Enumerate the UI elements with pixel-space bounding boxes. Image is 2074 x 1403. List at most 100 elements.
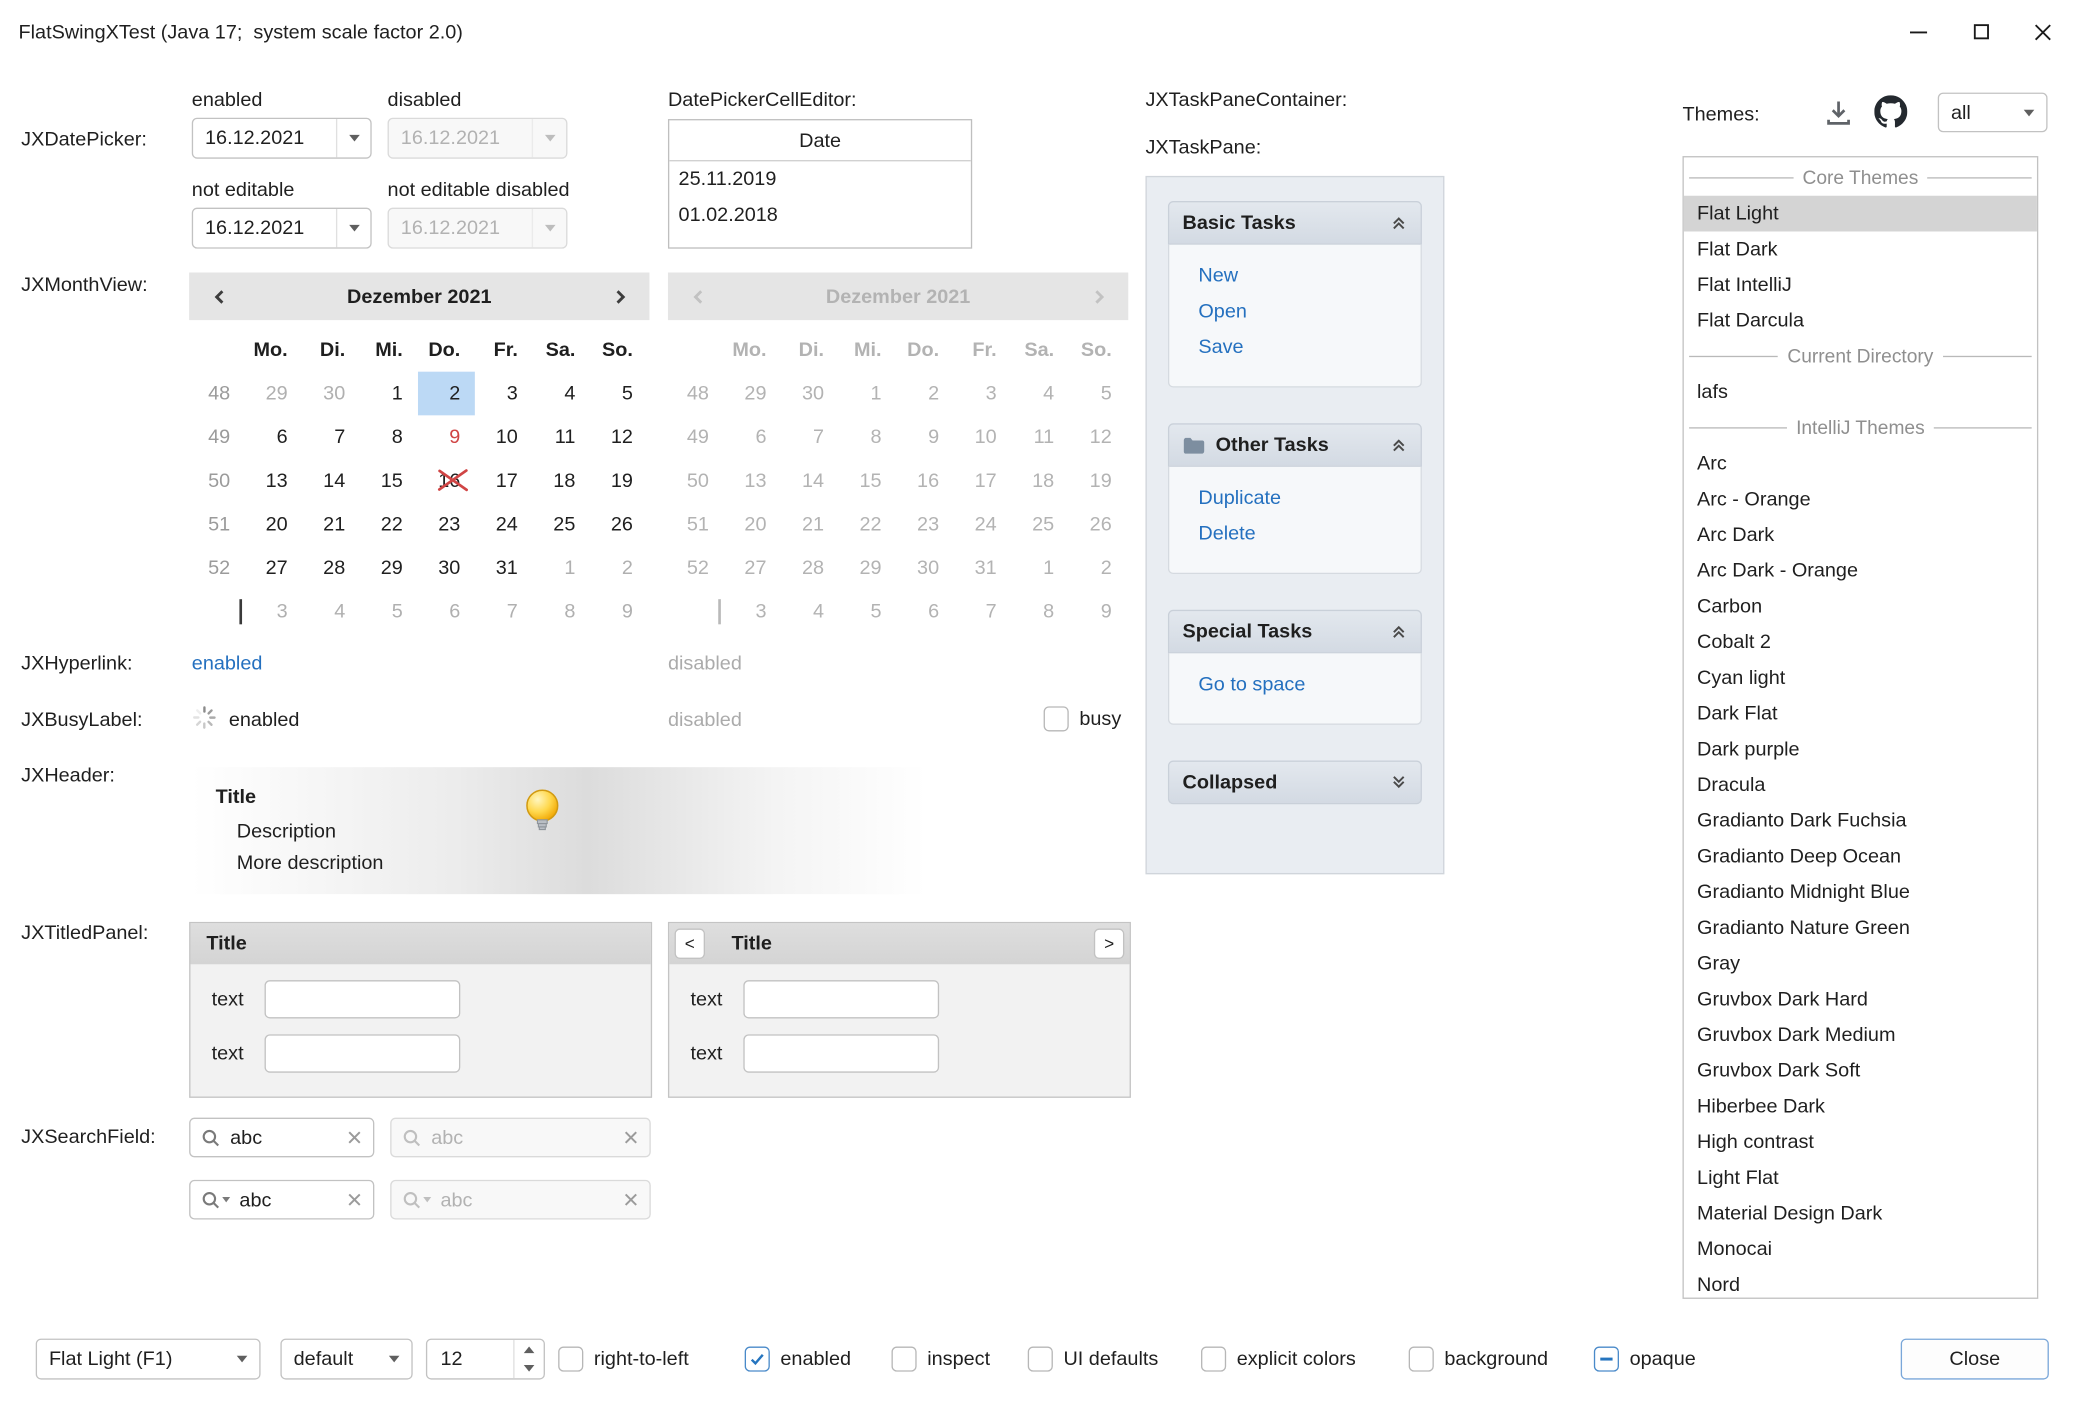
clear-icon[interactable]	[347, 1192, 363, 1208]
titled-panel-left-button[interactable]: <	[675, 929, 705, 959]
expand-icon[interactable]	[1390, 774, 1407, 791]
themes-list-item[interactable]: Gruvbox Dark Soft	[1684, 1053, 2037, 1089]
themes-list-item[interactable]: Dark Flat	[1684, 696, 2037, 732]
calendar-day[interactable]: 25	[532, 503, 590, 547]
calendar-day[interactable]: 8	[532, 590, 590, 634]
calendar-day[interactable]: 15	[360, 459, 418, 503]
taskpane-action-link[interactable]: New	[1198, 258, 1420, 294]
themes-list-item[interactable]: Arc Dark - Orange	[1684, 553, 2037, 589]
collapse-icon[interactable]	[1390, 623, 1407, 640]
font-size-value[interactable]: 12	[427, 1340, 513, 1378]
checkbox-explicit-colors[interactable]: explicit colors	[1201, 1339, 1356, 1380]
calendar-day[interactable]: 30	[302, 372, 360, 416]
themes-list-item[interactable]: High contrast	[1684, 1124, 2037, 1160]
calendar-day[interactable]: 23	[417, 503, 475, 547]
taskpane-header[interactable]: Special Tasks	[1168, 610, 1422, 654]
checkbox-ui-defaults[interactable]: UI defaults	[1028, 1339, 1159, 1380]
laf-combo[interactable]: Flat Light (F1)	[36, 1339, 261, 1380]
search-input[interactable]: abc	[230, 1126, 337, 1148]
hyperlink-enabled[interactable]: enabled	[192, 652, 263, 674]
themes-list-item[interactable]: Flat Light	[1684, 196, 2037, 232]
checkbox-background[interactable]: background	[1409, 1339, 1548, 1380]
github-icon[interactable]	[1874, 95, 1907, 128]
font-combo[interactable]: default	[280, 1339, 412, 1380]
calendar-day[interactable]: 6	[417, 590, 475, 634]
checkbox-box[interactable]	[1028, 1347, 1053, 1372]
datepicker-not-editable[interactable]: 16.12.2021	[192, 208, 372, 249]
checkbox-box[interactable]	[1594, 1347, 1619, 1372]
taskpane-action-link[interactable]: Save	[1198, 329, 1420, 365]
taskpane-header[interactable]: Basic Tasks	[1168, 201, 1422, 245]
close-dialog-button[interactable]: Close	[1901, 1339, 2049, 1380]
text-input[interactable]	[743, 980, 939, 1018]
themes-list-item[interactable]: Dark purple	[1684, 731, 2037, 767]
calendar-day[interactable]: 19	[590, 459, 648, 503]
calendar-day[interactable]: 28	[302, 546, 360, 590]
calendar-day[interactable]: 29	[360, 546, 418, 590]
calendar-day[interactable]: 4	[302, 590, 360, 634]
themes-list-item[interactable]: Gradianto Deep Ocean	[1684, 839, 2037, 875]
spinner-down-button[interactable]	[515, 1359, 544, 1378]
checkbox-box[interactable]	[558, 1347, 583, 1372]
calendar-day[interactable]: 11	[532, 415, 590, 459]
themes-list-item[interactable]: Gruvbox Dark Hard	[1684, 981, 2037, 1017]
themes-list-item[interactable]: Gradianto Nature Green	[1684, 910, 2037, 946]
datepicker-enabled[interactable]: 16.12.2021	[192, 118, 372, 159]
datepicker-dropdown-button[interactable]	[336, 209, 370, 247]
themes-list-item[interactable]: Gradianto Dark Fuchsia	[1684, 803, 2037, 839]
calendar-day[interactable]: 22	[360, 503, 418, 547]
taskpane-action-link[interactable]: Duplicate	[1198, 480, 1420, 516]
table-row[interactable]: 01.02.2018	[669, 197, 971, 233]
calendar-day[interactable]: 12	[590, 415, 648, 459]
calendar-day[interactable]: 16	[417, 459, 475, 503]
text-input[interactable]	[743, 1034, 939, 1072]
calendar-day[interactable]: 5	[590, 372, 648, 416]
themes-list-item[interactable]: Nord	[1684, 1267, 2037, 1299]
calendar-day[interactable]: 9	[590, 590, 648, 634]
taskpane-action-link[interactable]: Delete	[1198, 516, 1420, 552]
checkbox-box[interactable]	[1044, 706, 1069, 731]
calendar-day[interactable]: 3	[475, 372, 533, 416]
themes-list-item[interactable]: Cyan light	[1684, 660, 2037, 696]
spinner-up-button[interactable]	[515, 1340, 544, 1359]
search-field-enabled[interactable]: abc	[189, 1118, 374, 1158]
themes-list-item[interactable]: Hiberbee Dark	[1684, 1089, 2037, 1125]
themes-list-item[interactable]: Flat Darcula	[1684, 303, 2037, 339]
table-row[interactable]: 25.11.2019	[669, 161, 971, 197]
taskpane-header[interactable]: Other Tasks	[1168, 423, 1422, 467]
text-input[interactable]	[265, 1034, 461, 1072]
themes-list-item[interactable]: Flat Dark	[1684, 231, 2037, 267]
themes-list-item[interactable]: Cobalt 2	[1684, 624, 2037, 660]
checkbox-right-to-left[interactable]: right-to-left	[558, 1339, 689, 1380]
calendar-day[interactable]: 3	[245, 590, 303, 634]
calendar-day[interactable]: 5	[360, 590, 418, 634]
datepicker-dropdown-button[interactable]	[336, 119, 370, 157]
calendar-day[interactable]: 8	[360, 415, 418, 459]
calendar-day[interactable]: 27	[245, 546, 303, 590]
calendar-day[interactable]: 24	[475, 503, 533, 547]
collapse-icon[interactable]	[1390, 436, 1407, 453]
calendar-day[interactable]: 9	[417, 415, 475, 459]
close-button[interactable]	[2012, 0, 2074, 63]
themes-list-item[interactable]: Arc - Orange	[1684, 481, 2037, 517]
themes-list-item[interactable]: Flat IntelliJ	[1684, 267, 2037, 303]
minimize-button[interactable]	[1887, 0, 1949, 63]
themes-list-item[interactable]: Gradianto Midnight Blue	[1684, 874, 2037, 910]
text-input[interactable]	[265, 980, 461, 1018]
calendar-day[interactable]: 10	[475, 415, 533, 459]
clear-icon[interactable]	[347, 1130, 363, 1146]
calendar-day[interactable]: 17	[475, 459, 533, 503]
calendar-prev-button[interactable]	[189, 272, 250, 320]
calendar-day[interactable]: 30	[417, 546, 475, 590]
titled-panel-right-button[interactable]: >	[1094, 929, 1124, 959]
checkbox-box[interactable]	[892, 1347, 917, 1372]
font-size-spinner[interactable]: 12	[426, 1339, 545, 1380]
calendar-next-button[interactable]	[589, 272, 650, 320]
calendar-day[interactable]: 31	[475, 546, 533, 590]
table-column-header[interactable]: Date	[669, 120, 971, 161]
calendar-day[interactable]: 18	[532, 459, 590, 503]
calendar-day[interactable]: 2	[417, 372, 475, 416]
themes-list-item[interactable]: Light Flat	[1684, 1160, 2037, 1196]
maximize-button[interactable]	[1950, 0, 2012, 63]
checkbox-inspect[interactable]: inspect	[892, 1339, 991, 1380]
